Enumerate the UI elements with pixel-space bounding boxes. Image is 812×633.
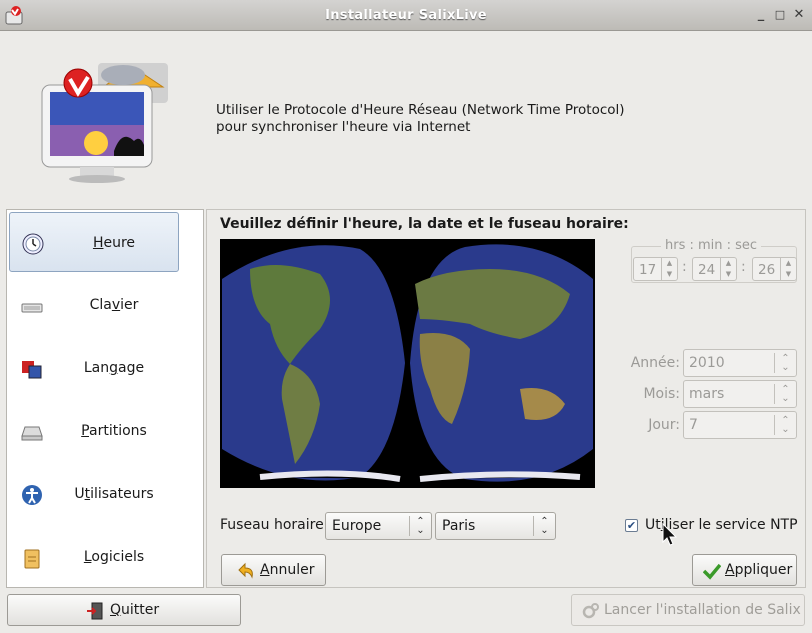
header-line-2: pour synchroniser l'heure via Internet bbox=[216, 119, 471, 135]
quit-button-label: Quitter bbox=[110, 602, 160, 618]
keyboard-icon bbox=[21, 303, 43, 313]
page-title: Veuillez définir l'heure, la date et le … bbox=[220, 216, 629, 232]
apply-button-label: Appliquer bbox=[725, 562, 793, 578]
checkmark-icon bbox=[703, 563, 721, 580]
chevron-down-icon[interactable]: ▼ bbox=[781, 269, 796, 280]
sidebar-item-langage[interactable]: Langage bbox=[9, 338, 179, 398]
chevron-updown-icon: ⌃ ⌄ bbox=[774, 353, 796, 373]
monitor-clock-illustration bbox=[41, 63, 168, 183]
sidebar-item-logiciels[interactable]: Logiciels bbox=[9, 527, 179, 587]
timezone-region-select[interactable]: Europe ⌃ ⌄ bbox=[325, 512, 432, 540]
day-label: Jour: bbox=[648, 417, 680, 433]
sidebar: Heure Clavier Langage Partitions Utilisa… bbox=[6, 209, 204, 588]
header-line-1: Utiliser le Protocole d'Heure Réseau (Ne… bbox=[216, 102, 625, 118]
month-label: Mois: bbox=[643, 386, 680, 402]
undo-arrow-icon bbox=[238, 562, 253, 579]
chevron-up-icon[interactable]: ▲ bbox=[781, 258, 796, 269]
month-select[interactable]: mars ⌃ ⌄ bbox=[683, 380, 797, 408]
spinner-arrows[interactable]: ▲ ▼ bbox=[661, 258, 677, 280]
spinner-arrows[interactable]: ▲ ▼ bbox=[720, 258, 736, 280]
chevron-updown-icon: ⌃ ⌄ bbox=[533, 516, 555, 536]
close-icon[interactable]: ✕ bbox=[791, 7, 807, 23]
user-accessibility-icon bbox=[22, 485, 42, 505]
time-legend: hrs : min : sec bbox=[661, 238, 762, 253]
gears-icon bbox=[582, 603, 599, 619]
language-flags-icon bbox=[22, 361, 42, 379]
chevron-updown-icon: ⌃ ⌄ bbox=[774, 384, 796, 404]
spinner-arrows[interactable]: ▲ ▼ bbox=[780, 258, 796, 280]
mouse-cursor-icon bbox=[662, 523, 678, 546]
chevron-up-icon[interactable]: ▲ bbox=[662, 258, 677, 269]
sidebar-item-label: Clavier bbox=[89, 297, 139, 313]
sidebar-item-clavier[interactable]: Clavier bbox=[9, 275, 179, 335]
sidebar-item-partitions[interactable]: Partitions bbox=[9, 401, 179, 461]
chevron-updown-icon: ⌃ ⌄ bbox=[774, 415, 796, 435]
year-label: Année: bbox=[630, 355, 680, 371]
seconds-spinner[interactable]: 26 ▲ ▼ bbox=[752, 257, 797, 281]
sidebar-item-label: Utilisateurs bbox=[74, 486, 154, 502]
sidebar-item-label: Partitions bbox=[81, 423, 147, 439]
launch-install-button[interactable]: Lancer l'installation de Salix bbox=[571, 594, 805, 626]
ntp-checkbox[interactable]: ✔ bbox=[625, 519, 638, 532]
time-separator: : bbox=[741, 259, 746, 275]
sidebar-item-label: Logiciels bbox=[83, 549, 145, 565]
disk-icon bbox=[21, 426, 43, 441]
apply-button[interactable]: Appliquer bbox=[692, 554, 797, 586]
window-title: Installateur SalixLive bbox=[325, 8, 487, 23]
world-map-timezone-picker[interactable] bbox=[220, 239, 595, 488]
minimize-icon[interactable]: _ bbox=[753, 7, 769, 23]
minutes-spinner[interactable]: 24 ▲ ▼ bbox=[692, 257, 737, 281]
launch-install-button-label: Lancer l'installation de Salix bbox=[604, 602, 801, 618]
hours-spinner[interactable]: 17 ▲ ▼ bbox=[633, 257, 678, 281]
day-select[interactable]: 7 ⌃ ⌄ bbox=[683, 411, 797, 439]
exit-door-icon bbox=[87, 602, 103, 620]
cancel-button[interactable]: Annuler bbox=[221, 554, 326, 586]
sidebar-item-label: Langage bbox=[83, 360, 145, 376]
chevron-up-icon[interactable]: ▲ bbox=[721, 258, 736, 269]
clock-icon bbox=[22, 233, 44, 255]
maximize-icon[interactable]: □ bbox=[772, 7, 788, 23]
timezone-label: Fuseau horaire: bbox=[220, 517, 329, 533]
chevron-down-icon[interactable]: ▼ bbox=[721, 269, 736, 280]
sidebar-item-utilisateurs[interactable]: Utilisateurs bbox=[9, 464, 179, 524]
quit-button[interactable]: Quitter bbox=[7, 594, 241, 626]
year-select[interactable]: 2010 ⌃ ⌄ bbox=[683, 349, 797, 377]
cancel-button-label: Annuler bbox=[260, 562, 315, 578]
timezone-city-select[interactable]: Paris ⌃ ⌄ bbox=[435, 512, 556, 540]
chevron-down-icon[interactable]: ▼ bbox=[662, 269, 677, 280]
sidebar-item-heure[interactable]: Heure bbox=[9, 212, 179, 272]
header-description: Utiliser le Protocole d'Heure Réseau (Ne… bbox=[216, 102, 625, 136]
time-separator: : bbox=[682, 259, 687, 275]
package-icon bbox=[24, 549, 40, 569]
sidebar-item-label: Heure bbox=[92, 235, 136, 251]
chevron-updown-icon: ⌃ ⌄ bbox=[409, 516, 431, 536]
title-bar[interactable]: Installateur SalixLive _ □ ✕ bbox=[0, 0, 812, 31]
